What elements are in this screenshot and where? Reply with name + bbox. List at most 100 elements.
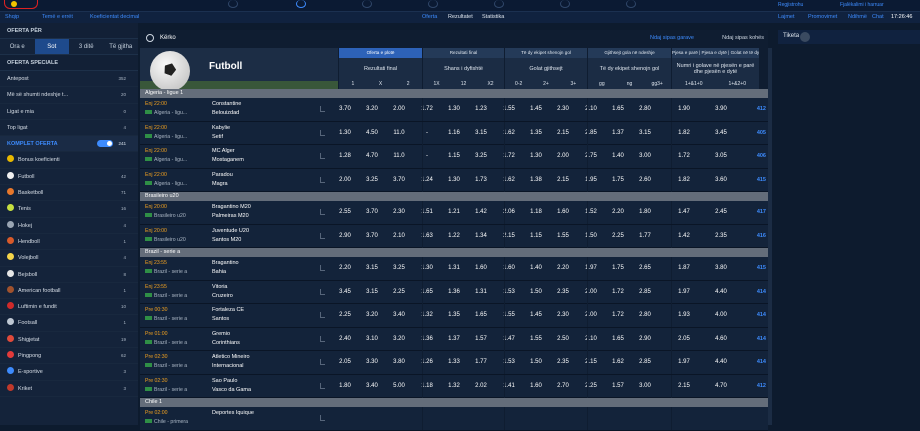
odd-button[interactable]: 2.35 [708, 233, 734, 239]
sport-item[interactable]: Shigjetat 19 [0, 332, 138, 349]
tab-results[interactable]: Rezultatet [448, 14, 473, 20]
scrollbar[interactable] [768, 48, 772, 425]
odd-button[interactable]: 2.00 [550, 153, 576, 159]
odd-button[interactable]: 1.45 [523, 106, 549, 112]
odd-button[interactable]: 3.80 [708, 265, 734, 271]
odd-button[interactable]: 1.55 [523, 336, 549, 342]
special-item[interactable]: Top ligat 4 [0, 120, 138, 137]
odd-button[interactable]: 2.85 [578, 130, 604, 136]
special-item[interactable]: Ligat e mia 0 [0, 104, 138, 120]
odd-button[interactable]: 2.30 [550, 106, 576, 112]
odd-button[interactable]: 2.35 [550, 359, 576, 365]
stats-icon[interactable] [320, 232, 325, 239]
odd-button[interactable]: 1.60 [550, 209, 576, 215]
stats-icon[interactable] [320, 129, 325, 136]
language-select[interactable]: Shqip [5, 14, 19, 20]
odd-button[interactable]: 1.30 [414, 265, 440, 271]
odd-button[interactable]: 3.10 [359, 336, 385, 342]
odd-button[interactable]: 2.10 [578, 106, 604, 112]
news-link[interactable]: Lajmet [778, 14, 795, 20]
odd-button[interactable]: 4.40 [708, 359, 734, 365]
odd-button[interactable]: 1.38 [523, 177, 549, 183]
odd-button[interactable]: 1.32 [441, 383, 467, 389]
match-row[interactable]: Enj 23:55 Brazil - serie a Vitoria Cruzeiro… [140, 280, 768, 304]
match-row[interactable]: Enj 22:00 Algeria - ligu... Constantine Bel… [140, 98, 768, 122]
sport-item[interactable]: Bonus koeficienti [0, 152, 138, 169]
nav-icon-4[interactable] [428, 0, 438, 8]
odd-button[interactable]: - [414, 130, 440, 136]
odd-button[interactable]: 1.72 [605, 289, 631, 295]
odd-button[interactable]: 1.62 [496, 177, 522, 183]
odd-button[interactable]: 3.20 [359, 106, 385, 112]
odd-button[interactable]: 1.60 [468, 265, 494, 271]
stats-icon[interactable] [320, 415, 325, 421]
more-markets-button[interactable]: 415 [757, 265, 766, 271]
odd-button[interactable]: 2.20 [550, 265, 576, 271]
odd-button[interactable]: 2.02 [468, 383, 494, 389]
more-markets-button[interactable]: 417 [757, 209, 766, 215]
more-markets-button[interactable]: 416 [757, 233, 766, 239]
odd-button[interactable]: 1.55 [550, 233, 576, 239]
nav-icon-1[interactable] [228, 0, 238, 8]
sort-by-time-link[interactable]: Ndaj sipas kohës [722, 35, 764, 41]
odd-button[interactable]: 1.65 [414, 289, 440, 295]
more-markets-button[interactable]: 412 [757, 106, 766, 112]
odd-button[interactable]: 1.62 [605, 359, 631, 365]
special-item[interactable]: Antepost 352 [0, 71, 138, 88]
odd-button[interactable]: 3.70 [332, 106, 358, 112]
odd-button[interactable]: 1.60 [523, 383, 549, 389]
odd-button[interactable]: 2.80 [632, 312, 658, 318]
odd-button[interactable]: 1.15 [523, 233, 549, 239]
odd-button[interactable]: 1.15 [441, 153, 467, 159]
odd-button[interactable]: 1.37 [441, 336, 467, 342]
more-markets-button[interactable]: 405 [757, 130, 766, 136]
stats-icon[interactable] [320, 176, 325, 183]
tab-statistics[interactable]: Statistika [482, 14, 504, 20]
odd-button[interactable]: 2.30 [386, 209, 412, 215]
sport-item[interactable]: Volejboll 4 [0, 250, 138, 267]
complete-offer-toggle[interactable] [97, 140, 113, 148]
odd-button[interactable]: 1.93 [671, 312, 697, 318]
odd-button[interactable]: 1.30 [332, 130, 358, 136]
more-markets-button[interactable]: 415 [757, 177, 766, 183]
odd-button[interactable]: 2.65 [632, 265, 658, 271]
stats-icon[interactable] [320, 359, 325, 365]
more-markets-button[interactable]: 414 [757, 312, 766, 318]
odd-button[interactable]: 2.70 [550, 383, 576, 389]
odd-button[interactable]: 1.36 [414, 336, 440, 342]
odd-button[interactable]: 2.15 [671, 383, 697, 389]
odd-button[interactable]: 3.00 [632, 383, 658, 389]
sport-item[interactable]: Tenis 16 [0, 201, 138, 218]
odd-button[interactable]: 1.55 [496, 312, 522, 318]
odd-button[interactable]: 3.25 [386, 265, 412, 271]
odd-button[interactable]: 3.60 [708, 177, 734, 183]
odd-button[interactable]: 1.47 [496, 336, 522, 342]
odd-button[interactable]: 2.90 [332, 233, 358, 239]
odd-button[interactable]: 3.25 [468, 153, 494, 159]
odd-button[interactable]: 1.51 [414, 209, 440, 215]
promotions-link[interactable]: Promovimet [808, 14, 837, 20]
forgot-password-link[interactable]: Fjalëkalimi i harruar [840, 2, 884, 8]
odd-button[interactable]: 1.33 [441, 359, 467, 365]
odd-button[interactable]: 1.28 [332, 153, 358, 159]
odd-button[interactable]: 2.25 [605, 233, 631, 239]
odd-button[interactable]: 1.97 [578, 265, 604, 271]
ticket-toggle[interactable] [800, 32, 810, 42]
match-row[interactable]: Enj 20:00 Brasileiro u20 Bragantino M20 Pal… [140, 201, 768, 225]
odd-button[interactable]: 3.45 [708, 130, 734, 136]
odd-button[interactable]: 11.0 [386, 153, 412, 159]
odd-button[interactable]: 2.50 [550, 336, 576, 342]
market-tab[interactable]: Oferta e plotë [339, 48, 422, 58]
chat-link[interactable]: Chat [872, 14, 884, 20]
odd-button[interactable]: 3.20 [386, 336, 412, 342]
odd-button[interactable]: 1.53 [496, 359, 522, 365]
odd-button[interactable]: 2.80 [632, 106, 658, 112]
odd-button[interactable]: 1.30 [441, 177, 467, 183]
stats-icon[interactable] [320, 288, 325, 295]
odd-button[interactable]: 3.15 [359, 289, 385, 295]
odd-button[interactable]: 2.10 [386, 233, 412, 239]
match-row[interactable]: Pre 00:30 Brazil - serie a Fortaleza CE San… [140, 304, 768, 328]
help-link[interactable]: Ndihmë [848, 14, 867, 20]
odd-button[interactable]: 1.63 [414, 233, 440, 239]
league-header[interactable]: Brazil - serie a [140, 248, 768, 257]
